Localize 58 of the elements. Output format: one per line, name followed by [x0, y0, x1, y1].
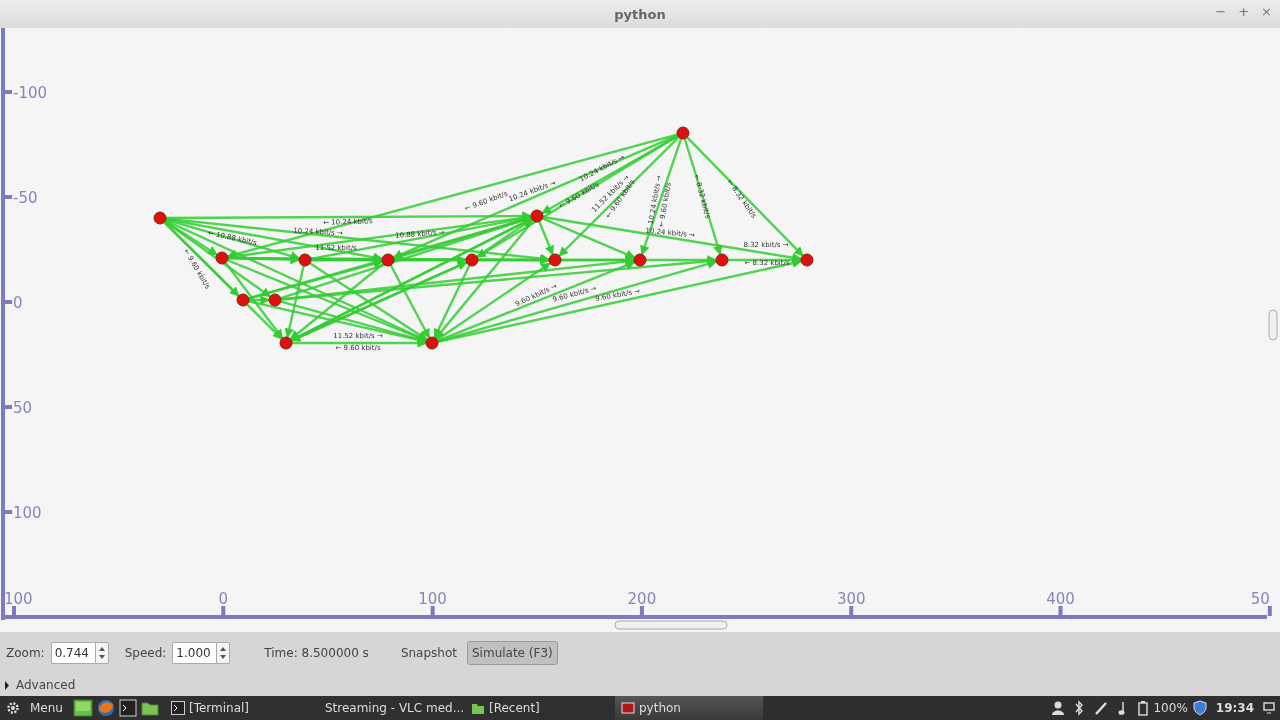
- menu-button[interactable]: Menu: [0, 701, 73, 715]
- gear-icon: [6, 701, 20, 715]
- monitor-icon[interactable]: [72, 699, 93, 717]
- axis-label: 400: [1046, 590, 1075, 608]
- zoom-label: Zoom:: [6, 646, 45, 660]
- battery-icon[interactable]: [1138, 700, 1149, 716]
- folder-icon: [470, 701, 485, 715]
- shield-icon[interactable]: [1192, 700, 1207, 716]
- tick-mark: [4, 300, 12, 304]
- axis-label: -100: [13, 84, 48, 102]
- pen-icon[interactable]: [1094, 700, 1109, 716]
- tick-mark: [221, 606, 226, 616]
- axis-label: 50: [1250, 590, 1270, 608]
- scrollbar[interactable]: [614, 620, 728, 630]
- tick-mark: [4, 90, 12, 94]
- time-readout: Time: 8.500000 s: [264, 646, 369, 660]
- tick-mark: [1058, 606, 1063, 616]
- tick-mark: [4, 510, 12, 514]
- window-icon: [620, 701, 635, 715]
- axis-label: 100: [418, 590, 447, 608]
- bluetooth-icon[interactable]: [1074, 700, 1085, 716]
- tick-mark: [12, 606, 16, 616]
- simulate-toggle-button[interactable]: Simulate (F3): [467, 641, 558, 665]
- speed-label: Speed:: [124, 646, 167, 660]
- tick-mark: [430, 606, 435, 616]
- axis-label: 200: [627, 590, 657, 608]
- taskbar-window-button[interactable]: python: [614, 696, 763, 720]
- folder-icon[interactable]: [140, 699, 159, 717]
- axis-label: 0: [218, 590, 229, 608]
- axis-label: 50: [13, 399, 33, 417]
- caret-icon: [4, 680, 10, 690]
- terminal-icon[interactable]: [118, 699, 137, 717]
- tick-mark: [4, 405, 12, 409]
- axis-label: 300: [836, 590, 866, 608]
- axis-label: 100: [4, 590, 33, 608]
- axis-label: -50: [13, 189, 38, 207]
- zoom-field[interactable]: 0.744: [50, 642, 95, 664]
- spin-arrows-icon[interactable]: [216, 642, 231, 664]
- scrollbar[interactable]: [1268, 309, 1278, 341]
- browser-icon[interactable]: [96, 699, 115, 717]
- tick-mark: [639, 606, 644, 616]
- tick-mark: [4, 195, 12, 199]
- advanced-expander[interactable]: Advanced: [4, 678, 76, 692]
- user-icon[interactable]: [1052, 700, 1065, 716]
- speed-field[interactable]: 1.000: [172, 642, 217, 664]
- window-control-button[interactable]: ×: [1257, 4, 1276, 19]
- axis-label: 100: [13, 504, 42, 522]
- window-title: python: [614, 6, 666, 22]
- tick-mark: [1267, 606, 1272, 616]
- window-control-button[interactable]: +: [1234, 4, 1254, 19]
- battery-percentage: 100%: [1153, 701, 1188, 715]
- snapshot-button[interactable]: Snapshot: [396, 642, 461, 664]
- axis-label: 0: [13, 294, 23, 312]
- terminal-icon: [170, 701, 185, 715]
- window-control-button[interactable]: −: [1211, 4, 1231, 19]
- clock[interactable]: 19:34: [1215, 701, 1254, 715]
- monitor-icon[interactable]: [1263, 702, 1275, 714]
- tick-mark: [849, 606, 854, 616]
